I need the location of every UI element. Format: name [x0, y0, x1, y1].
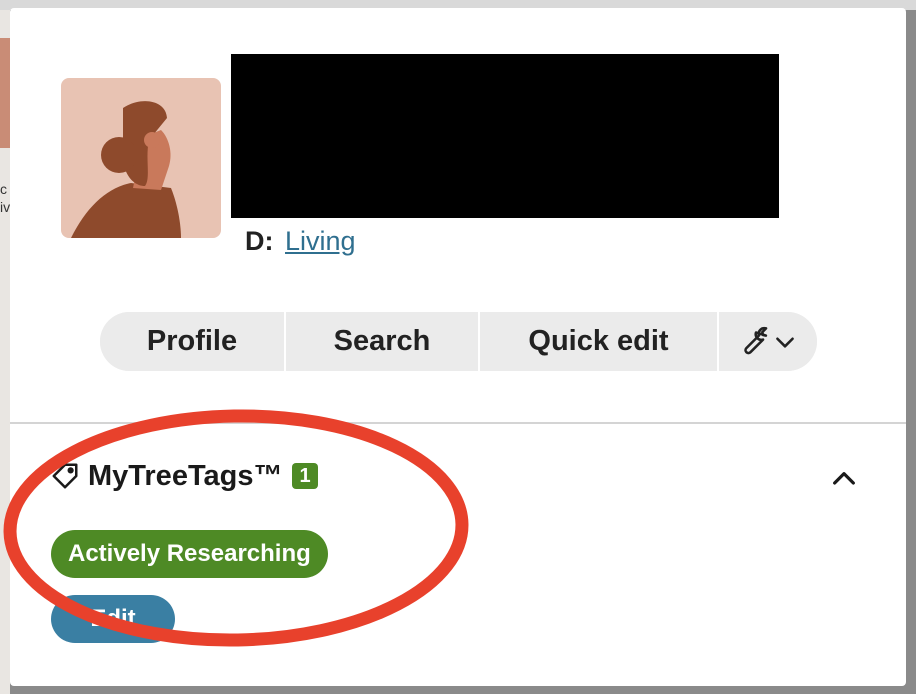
tools-menu-button[interactable]: [719, 312, 817, 371]
death-info: D: Living: [245, 226, 356, 257]
chevron-down-icon: [776, 336, 794, 348]
person-avatar: [61, 78, 221, 238]
background-thumbnail: [0, 38, 10, 148]
tag-count-badge: 1: [292, 463, 318, 489]
background-list: c iv: [0, 10, 10, 694]
tag-actively-researching[interactable]: Actively Researching: [51, 530, 328, 578]
quick-edit-button[interactable]: Quick edit: [480, 312, 717, 371]
collapse-section-button[interactable]: [828, 463, 860, 495]
death-value-link[interactable]: Living: [285, 226, 356, 256]
mytreetags-header: MyTreeTags™ 1: [50, 456, 318, 496]
death-label: D:: [245, 226, 274, 256]
search-button[interactable]: Search: [286, 312, 478, 371]
chevron-up-icon: [833, 472, 855, 485]
profile-button[interactable]: Profile: [100, 312, 284, 371]
wrench-icon: [744, 326, 768, 354]
redacted-name-block: [231, 54, 779, 218]
person-popover-card: D: Living Profile Search Quick edit MyTr…: [10, 8, 906, 686]
section-divider: [10, 422, 906, 424]
background-text: c iv: [0, 181, 10, 215]
action-button-group: Profile Search Quick edit: [100, 312, 817, 371]
edit-tags-button[interactable]: Edit: [51, 595, 175, 643]
tag-icon: [52, 463, 78, 489]
mytreetags-title: MyTreeTags™: [88, 459, 283, 492]
